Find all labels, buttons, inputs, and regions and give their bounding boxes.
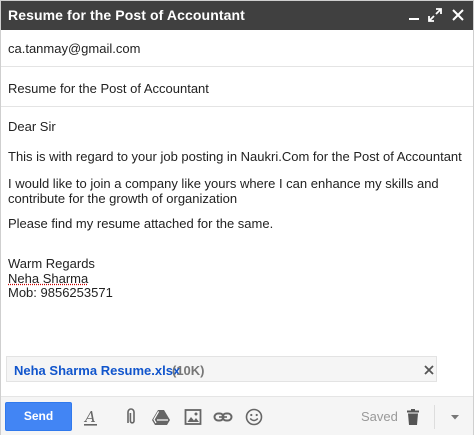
emoji-icon[interactable] xyxy=(244,407,264,427)
compose-window: Resume for the Post of Accountant ca.tan… xyxy=(0,0,474,435)
expand-icon[interactable] xyxy=(427,7,443,23)
saved-status: Saved xyxy=(361,409,398,424)
to-recipient[interactable]: ca.tanmay@gmail.com xyxy=(8,41,140,56)
trash-icon[interactable] xyxy=(403,407,423,427)
attachment-size: (10K) xyxy=(172,363,205,378)
remove-attachment-icon[interactable] xyxy=(423,363,435,375)
close-icon[interactable] xyxy=(450,7,466,23)
signature-mobile: Mob: 9856253571 xyxy=(8,285,113,300)
attachment-filename[interactable]: Neha Sharma Resume.xlsx xyxy=(14,363,180,378)
body-line: This is with regard to your job posting … xyxy=(8,149,462,164)
send-button[interactable]: Send xyxy=(5,402,72,431)
attachment-chip[interactable]: Neha Sharma Resume.xlsx (10K) xyxy=(6,356,437,382)
link-icon[interactable] xyxy=(213,407,233,427)
svg-text:A: A xyxy=(83,408,96,426)
compose-toolbar: Send A Saved xyxy=(1,396,473,435)
body-line: I would like to join a company like your… xyxy=(8,176,439,206)
more-options-icon[interactable] xyxy=(445,407,465,427)
photo-icon[interactable] xyxy=(183,407,203,427)
minimize-icon[interactable] xyxy=(406,7,422,23)
body-greeting: Dear Sir xyxy=(8,119,56,134)
toolbar-divider xyxy=(434,405,435,429)
body-line: Please find my resume attached for the s… xyxy=(8,216,274,231)
format-text-icon[interactable]: A xyxy=(81,407,101,427)
subject-field[interactable]: Resume for the Post of Accountant xyxy=(1,70,473,107)
drive-icon[interactable] xyxy=(151,407,171,427)
subject-text[interactable]: Resume for the Post of Accountant xyxy=(8,81,209,96)
compose-titlebar[interactable]: Resume for the Post of Accountant xyxy=(1,1,473,30)
signature-sign-off: Warm Regards xyxy=(8,256,95,271)
compose-title: Resume for the Post of Accountant xyxy=(8,7,245,23)
paperclip-icon[interactable] xyxy=(121,407,141,427)
signature-name: Neha Sharma xyxy=(8,271,89,286)
to-field[interactable]: ca.tanmay@gmail.com xyxy=(1,30,473,67)
